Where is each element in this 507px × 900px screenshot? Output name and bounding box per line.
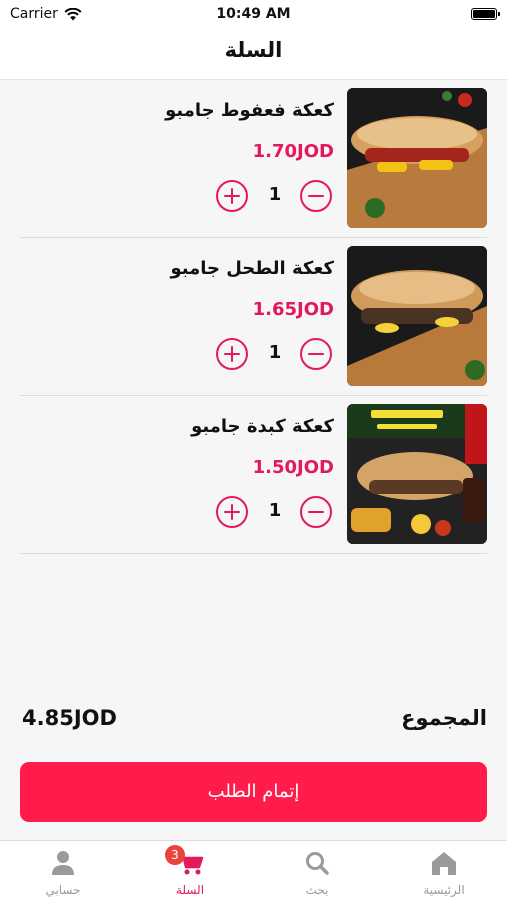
total-value: 4.85JOD	[22, 706, 117, 730]
status-bar: Carrier 10:49 AM	[0, 0, 507, 28]
nav-bar: السلة	[0, 28, 507, 80]
item-quantity: 1	[268, 500, 282, 521]
tab-search[interactable]: بحث	[254, 841, 380, 900]
decrease-quantity-button[interactable]	[300, 180, 332, 212]
item-quantity: 1	[268, 184, 282, 205]
increase-quantity-button[interactable]	[216, 180, 248, 212]
increase-quantity-button[interactable]	[216, 338, 248, 370]
person-icon	[52, 851, 74, 875]
home-icon	[432, 852, 456, 875]
cart-item: كعكة الطحل جامبو 1.65JOD 1	[20, 238, 487, 396]
tab-search-label: بحث	[305, 883, 329, 897]
item-name: كعكة الطحل جامبو	[170, 258, 334, 279]
cart-count-badge: 3	[165, 845, 185, 865]
item-price: 1.65JOD	[252, 299, 334, 320]
item-price: 1.70JOD	[252, 141, 334, 162]
tab-account[interactable]: حسابي	[0, 841, 126, 900]
tab-account-label: حسابي	[45, 883, 81, 897]
decrease-quantity-button[interactable]	[300, 496, 332, 528]
product-image[interactable]	[347, 88, 487, 228]
item-quantity: 1	[268, 342, 282, 363]
increase-quantity-button[interactable]	[216, 496, 248, 528]
product-image[interactable]	[347, 404, 487, 544]
tab-home[interactable]: الرئيسية	[381, 841, 507, 900]
product-image[interactable]	[347, 246, 487, 386]
tab-cart-label: السلة	[175, 883, 205, 897]
item-name: كعكة كبدة جامبو	[191, 416, 334, 437]
item-price: 1.50JOD	[252, 457, 334, 478]
search-icon	[306, 852, 329, 875]
cart-item: كعكة فعفوط جامبو 1.70JOD 1	[20, 80, 487, 238]
checkout-button[interactable]: إتمام الطلب	[20, 762, 487, 822]
tab-home-label: الرئيسية	[423, 883, 465, 897]
battery-icon	[471, 8, 500, 20]
tab-bar: حسابي 3 السلة بحث الرئيسية	[0, 840, 507, 900]
total-label: المجموع	[401, 706, 487, 730]
page-title: السلة	[224, 38, 283, 62]
tab-cart[interactable]: 3 السلة	[127, 841, 253, 900]
decrease-quantity-button[interactable]	[300, 338, 332, 370]
clock: 10:49 AM	[216, 6, 291, 22]
cart-item: كعكة كبدة جامبو 1.50JOD 1	[20, 396, 487, 554]
item-name: كعكة فعفوط جامبو	[165, 100, 334, 121]
